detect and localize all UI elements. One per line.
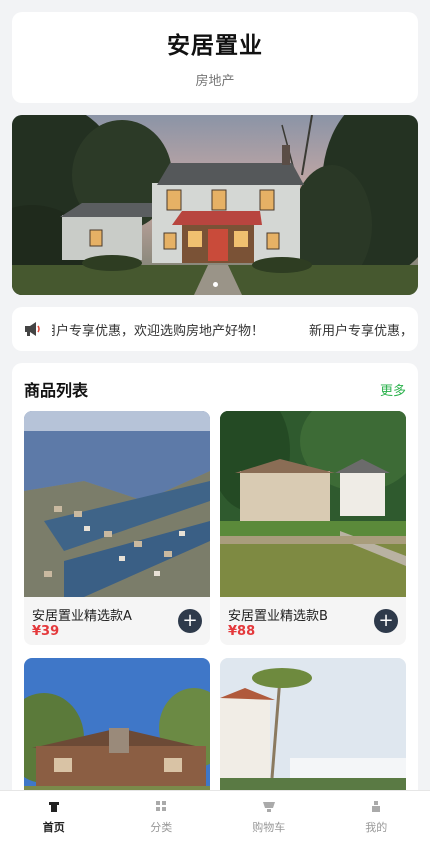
notice-marquee: 新用户专享优惠，欢迎选购房地产好物！ 新用户专享优惠， — [52, 319, 418, 339]
product-image — [220, 658, 406, 790]
tab-cart[interactable]: 购物车 — [215, 791, 323, 844]
carousel-dot[interactable] — [212, 282, 218, 287]
tab-label: 我的 — [365, 820, 388, 834]
product-info: 安居置业精选款B ¥88 + — [220, 597, 406, 645]
page: 安居置业 房地产 新用户专享优惠，欢迎选购房地产好物！ 新用户专享优惠， 商品列… — [0, 0, 430, 790]
plus-icon: + — [182, 610, 198, 631]
store-subtitle: 房地产 — [195, 74, 235, 89]
product-image — [24, 658, 210, 790]
bottom-tab-bar: 首页 分类 购物车 我的 — [0, 790, 430, 844]
product-card[interactable] — [220, 658, 406, 790]
product-price: ¥39 — [32, 624, 60, 639]
add-to-cart-button[interactable]: + — [178, 609, 202, 633]
product-card[interactable]: 安居置业精选款B ¥88 + — [220, 411, 406, 645]
tab-label: 首页 — [42, 820, 65, 834]
header-card: 安居置业 房地产 — [12, 12, 418, 103]
banner-image — [12, 115, 418, 295]
home-icon — [48, 801, 60, 813]
product-card[interactable] — [24, 658, 210, 790]
tab-profile[interactable]: 我的 — [323, 791, 430, 844]
product-image — [24, 411, 210, 597]
megaphone-icon — [12, 321, 52, 337]
section-title: 商品列表 — [24, 381, 89, 400]
product-name: 安居置业精选款A — [32, 609, 132, 624]
product-image — [220, 411, 406, 597]
tab-label: 购物车 — [252, 820, 286, 834]
product-price: ¥88 — [228, 624, 256, 639]
product-section: 商品列表 更多 安居置业精选款A ¥39 + 安居置业精选款B ¥88 + — [12, 363, 418, 790]
user-icon — [370, 801, 382, 813]
tab-label: 分类 — [150, 820, 173, 834]
store-title: 安居置业 — [167, 33, 263, 59]
more-link[interactable]: 更多 — [380, 380, 406, 399]
section-header: 商品列表 更多 — [24, 377, 406, 401]
cart-icon — [262, 801, 275, 813]
notice-bar[interactable]: 新用户专享优惠，欢迎选购房地产好物！ 新用户专享优惠， — [12, 307, 418, 351]
grid-icon — [155, 801, 167, 813]
notice-text: 新用户专享优惠，欢迎选购房地产好物！ — [52, 324, 265, 339]
tab-category[interactable]: 分类 — [108, 791, 216, 844]
plus-icon: + — [378, 610, 394, 631]
carousel-indicator — [12, 282, 418, 287]
tab-home[interactable]: 首页 — [0, 791, 108, 844]
product-card[interactable]: 安居置业精选款A ¥39 + — [24, 411, 210, 645]
add-to-cart-button[interactable]: + — [374, 609, 398, 633]
banner-carousel[interactable] — [12, 115, 418, 295]
product-name: 安居置业精选款B — [228, 609, 328, 624]
product-info: 安居置业精选款A ¥39 + — [24, 597, 210, 645]
notice-text-repeat: 新用户专享优惠， — [309, 324, 414, 339]
